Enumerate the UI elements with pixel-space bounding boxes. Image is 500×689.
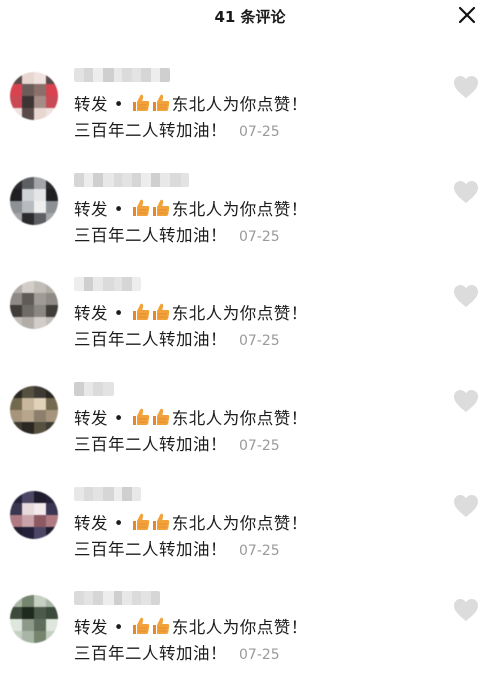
- thumbs-up-emoji-icon: [131, 93, 171, 113]
- username-blurred[interactable]: [74, 173, 189, 187]
- user-avatar[interactable]: [10, 72, 58, 120]
- heart-icon[interactable]: [452, 179, 480, 205]
- comment-suffix: 东北人为你点赞！: [171, 304, 308, 323]
- username-blurred[interactable]: [74, 68, 170, 82]
- comment-text: 转发 • 东北人为你点赞！ 三百年二人转加油！ 07-25: [74, 301, 434, 354]
- user-avatar[interactable]: [10, 386, 58, 434]
- heart-icon[interactable]: [452, 597, 480, 623]
- username-blurred[interactable]: [74, 591, 160, 605]
- comments-header: 41 条评论: [0, 0, 500, 34]
- thumbs-up-emoji-icon: [131, 407, 171, 427]
- comment-text: 转发 • 东北人为你点赞！ 三百年二人转加油！ 07-25: [74, 92, 434, 145]
- comment-item[interactable]: 转发 • 东北人为你点赞！ 三百年二人转加油！ 07-25: [0, 481, 500, 585]
- comment-line2: 三百年二人转加油！: [74, 644, 227, 663]
- comment-text: 转发 • 东北人为你点赞！ 三百年二人转加油！ 07-25: [74, 197, 434, 250]
- comment-date: 07-25: [239, 333, 280, 349]
- comment-prefix: 转发 •: [74, 95, 130, 114]
- comment-prefix: 转发 •: [74, 618, 130, 637]
- comment-text: 转发 • 东北人为你点赞！ 三百年二人转加油！ 07-25: [74, 511, 434, 564]
- user-avatar[interactable]: [10, 177, 58, 225]
- comment-suffix: 东北人为你点赞！: [171, 514, 308, 533]
- comment-date: 07-25: [239, 438, 280, 454]
- comment-prefix: 转发 •: [74, 514, 130, 533]
- comment-date: 07-25: [239, 124, 280, 140]
- user-avatar[interactable]: [10, 595, 58, 643]
- comment-line2: 三百年二人转加油！: [74, 435, 227, 454]
- heart-icon[interactable]: [452, 388, 480, 414]
- comment-item[interactable]: 转发 • 东北人为你点赞！ 三百年二人转加油！ 07-25: [0, 376, 500, 480]
- comment-item[interactable]: 转发 • 东北人为你点赞！ 三百年二人转加油！ 07-25: [0, 167, 500, 271]
- comment-line2: 三百年二人转加油！: [74, 540, 227, 559]
- thumbs-up-emoji-icon: [131, 198, 171, 218]
- comment-item[interactable]: 转发 • 东北人为你点赞！ 三百年二人转加油！ 07-25: [0, 585, 500, 689]
- heart-icon[interactable]: [452, 74, 480, 100]
- heart-icon[interactable]: [452, 493, 480, 519]
- comment-prefix: 转发 •: [74, 304, 130, 323]
- username-blurred[interactable]: [74, 382, 114, 396]
- comment-line2: 三百年二人转加油！: [74, 330, 227, 349]
- username-blurred[interactable]: [74, 277, 141, 291]
- comment-text: 转发 • 东北人为你点赞！ 三百年二人转加油！ 07-25: [74, 406, 434, 459]
- comment-count-title: 41 条评论: [214, 8, 286, 26]
- comment-prefix: 转发 •: [74, 200, 130, 219]
- comment-line2: 三百年二人转加油！: [74, 121, 227, 140]
- comment-line2: 三百年二人转加油！: [74, 226, 227, 245]
- comment-suffix: 东北人为你点赞！: [171, 200, 308, 219]
- comment-text: 转发 • 东北人为你点赞！ 三百年二人转加油！ 07-25: [74, 615, 434, 668]
- thumbs-up-emoji-icon: [131, 302, 171, 322]
- comment-suffix: 东北人为你点赞！: [171, 95, 308, 114]
- comment-date: 07-25: [239, 543, 280, 559]
- comment-item[interactable]: 转发 • 东北人为你点赞！ 三百年二人转加油！ 07-25: [0, 271, 500, 375]
- heart-icon[interactable]: [452, 283, 480, 309]
- comment-date: 07-25: [239, 647, 280, 663]
- comment-date: 07-25: [239, 229, 280, 245]
- comment-item[interactable]: 转发 • 东北人为你点赞！ 三百年二人转加油！ 07-25: [0, 62, 500, 166]
- comment-prefix: 转发 •: [74, 409, 130, 428]
- user-avatar[interactable]: [10, 491, 58, 539]
- close-icon[interactable]: [458, 6, 476, 24]
- comment-suffix: 东北人为你点赞！: [171, 618, 308, 637]
- thumbs-up-emoji-icon: [131, 616, 171, 636]
- comment-suffix: 东北人为你点赞！: [171, 409, 308, 428]
- user-avatar[interactable]: [10, 281, 58, 329]
- thumbs-up-emoji-icon: [131, 512, 171, 532]
- username-blurred[interactable]: [74, 487, 141, 501]
